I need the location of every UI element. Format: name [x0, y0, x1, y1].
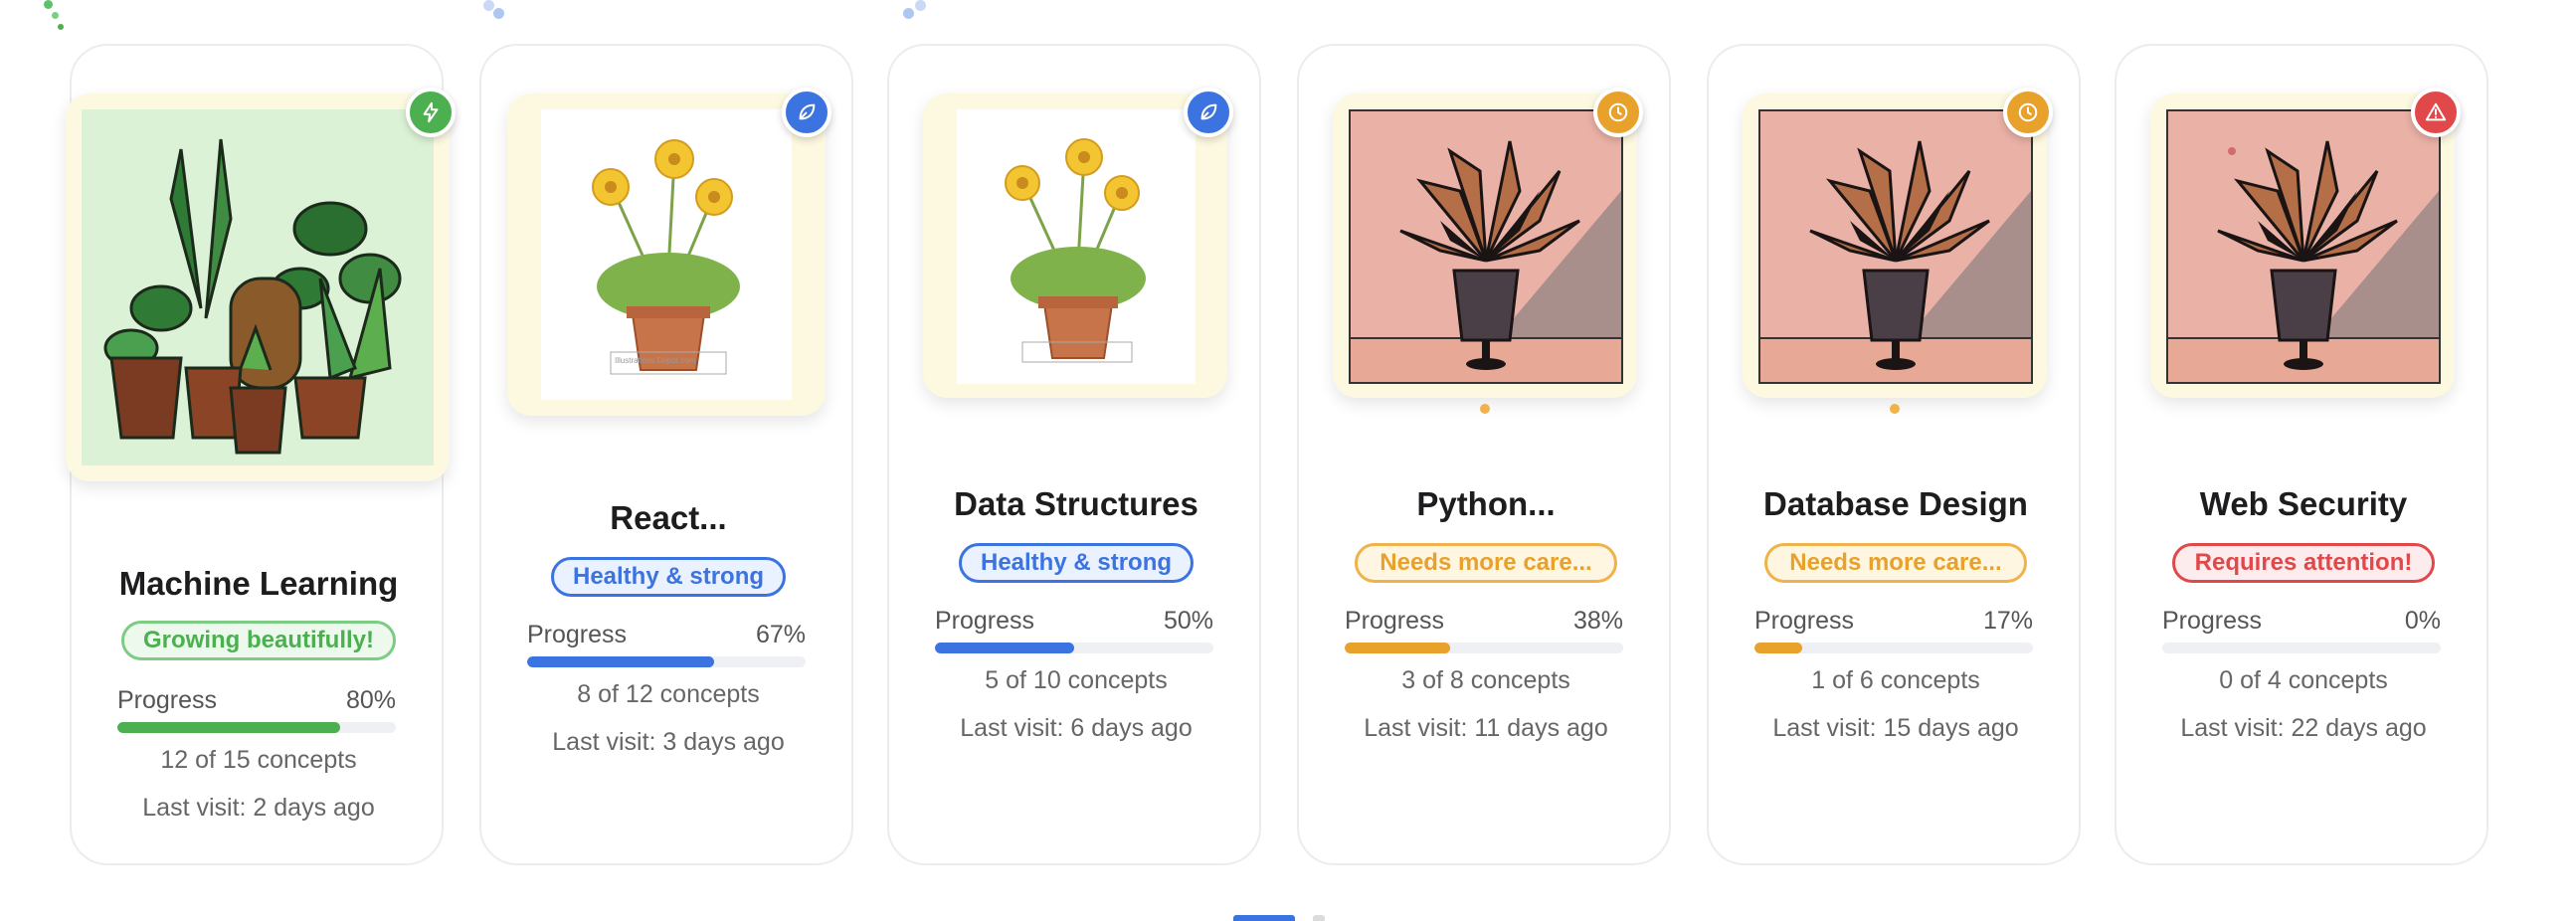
course-title: Data Structures — [954, 485, 1198, 522]
concepts-count: 5 of 10 concepts — [985, 666, 1168, 694]
warning-icon — [2411, 88, 2461, 137]
concepts-count: 3 of 8 concepts — [1401, 666, 1570, 694]
progress-bar — [2162, 643, 2441, 653]
course-title: Web Security — [2199, 485, 2408, 522]
plant-illustration — [2166, 109, 2441, 384]
course-card[interactable]: Data Structures Healthy & strong Progres… — [887, 44, 1261, 865]
plant-image-frame: Illustrations Depot.com — [507, 93, 826, 416]
progress-fill — [117, 722, 340, 733]
last-visit: Last visit: 3 days ago — [552, 728, 785, 756]
last-visit: Last visit: 6 days ago — [960, 714, 1193, 742]
progress-percent: 17% — [1982, 607, 2033, 635]
plant-image-frame — [923, 93, 1227, 398]
page-indicator-active[interactable] — [1233, 915, 1295, 921]
plant-illustration — [82, 109, 434, 465]
progress-label: Progress — [117, 686, 218, 714]
page-indicator[interactable] — [1313, 915, 1325, 921]
course-card[interactable]: Machine Learning Growing beautifully! Pr… — [66, 44, 456, 865]
progress-percent: 38% — [1572, 607, 1623, 635]
course-card[interactable]: Illustrations Depot.com React... Healthy… — [479, 44, 853, 865]
progress-bar — [117, 722, 396, 733]
indicator-dot — [1890, 404, 1900, 414]
progress-percent: 0% — [2404, 607, 2441, 635]
progress-bar — [935, 643, 1213, 653]
progress-label: Progress — [527, 621, 628, 648]
progress-fill — [527, 656, 714, 667]
progress-percent: 50% — [1163, 607, 1213, 635]
progress-percent: 80% — [345, 686, 396, 714]
last-visit: Last visit: 11 days ago — [1364, 714, 1608, 742]
progress-label: Progress — [1345, 607, 1445, 635]
leaf-icon — [782, 88, 831, 137]
progress-fill — [1754, 643, 1802, 653]
course-title: Machine Learning — [118, 565, 399, 602]
last-visit: Last visit: 15 days ago — [1772, 714, 2019, 742]
progress-bar — [1345, 643, 1623, 653]
last-visit: Last visit: 2 days ago — [142, 794, 375, 822]
plant-image-frame — [66, 93, 450, 481]
progress-bar — [527, 656, 806, 667]
progress-fill — [1345, 643, 1451, 653]
status-badge: Requires attention! — [2172, 543, 2435, 583]
last-visit: Last visit: 22 days ago — [2180, 714, 2427, 742]
course-title: React... — [610, 499, 727, 536]
course-card[interactable]: Database Design Needs more care... Progr… — [1707, 44, 2081, 865]
plant-image-frame — [1743, 93, 2047, 414]
plant-illustration — [1349, 109, 1623, 384]
clock-icon — [2003, 88, 2053, 137]
status-badge: Healthy & strong — [959, 543, 1194, 583]
plant-image-frame — [2150, 93, 2455, 398]
indicator-dot — [1480, 404, 1490, 414]
leaf-icon — [1184, 88, 1233, 137]
progress-bar — [1754, 643, 2033, 653]
status-badge: Needs more care... — [1764, 543, 2027, 583]
concepts-count: 8 of 12 concepts — [577, 680, 760, 708]
course-title: Database Design — [1763, 485, 2028, 522]
concepts-count: 12 of 15 concepts — [160, 746, 357, 774]
progress-percent: 67% — [755, 621, 806, 648]
progress-fill — [935, 643, 1074, 653]
plant-illustration — [957, 109, 1196, 384]
plant-image-frame — [1333, 93, 1637, 414]
progress-label: Progress — [935, 607, 1035, 635]
course-card[interactable]: Python... Needs more care... Progress 38… — [1297, 44, 1671, 865]
status-badge: Needs more care... — [1355, 543, 1617, 583]
progress-label: Progress — [2162, 607, 2263, 635]
course-title: Python... — [1416, 485, 1556, 522]
clock-icon — [1593, 88, 1643, 137]
status-badge: Healthy & strong — [551, 557, 786, 597]
concepts-count: 1 of 6 concepts — [1811, 666, 1980, 694]
course-card[interactable]: Web Security Requires attention! Progres… — [2115, 44, 2488, 865]
progress-label: Progress — [1754, 607, 1855, 635]
status-badge: Growing beautifully! — [121, 621, 396, 660]
lightning-icon — [406, 88, 456, 137]
plant-illustration — [1758, 109, 2033, 384]
concepts-count: 0 of 4 concepts — [2219, 666, 2388, 694]
image-caption: Illustrations Depot.com — [615, 356, 696, 365]
